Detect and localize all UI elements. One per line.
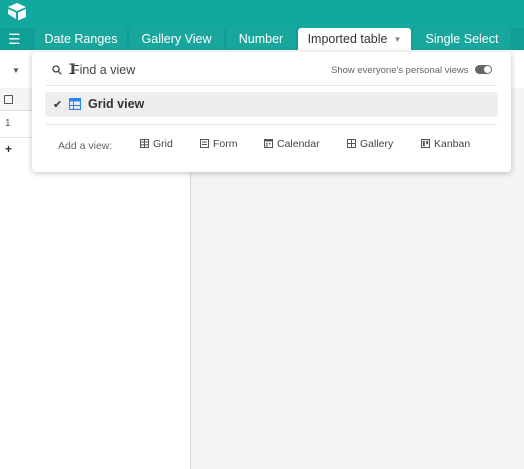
- grid-icon: [69, 98, 81, 110]
- grid-icon: [140, 139, 149, 148]
- personal-views-toggle[interactable]: [475, 65, 492, 74]
- add-calendar-view-button[interactable]: Calendar: [264, 138, 320, 154]
- chevron-down-icon[interactable]: ▼: [12, 66, 20, 75]
- chevron-down-icon[interactable]: ▼: [394, 29, 402, 51]
- add-grid-view-button[interactable]: Grid: [140, 138, 173, 154]
- add-view-label: Add a view:: [58, 140, 113, 152]
- airtable-logo-icon[interactable]: [6, 2, 28, 22]
- gallery-icon: [347, 139, 356, 148]
- add-view-option-label: Grid: [153, 138, 173, 150]
- row-number: 1: [5, 118, 11, 129]
- divider: [46, 124, 497, 125]
- add-form-view-button[interactable]: Form: [200, 138, 238, 154]
- kanban-icon: [421, 139, 430, 148]
- tab-single-select[interactable]: Single Select: [413, 28, 511, 50]
- find-view-input[interactable]: [72, 62, 302, 78]
- add-view-option-label: Kanban: [434, 138, 471, 150]
- tab-gallery-view[interactable]: Gallery View: [129, 28, 224, 50]
- tab-date-ranges[interactable]: Date Ranges: [35, 28, 127, 50]
- tab-label: Single Select: [425, 32, 499, 46]
- personal-views-label: Show everyone's personal views: [331, 65, 469, 76]
- divider: [46, 85, 497, 86]
- tab-label: Gallery View: [141, 32, 212, 46]
- search-icon: [52, 65, 62, 75]
- add-kanban-view-button[interactable]: Kanban: [421, 138, 470, 154]
- tab-number[interactable]: Number: [226, 28, 296, 50]
- app-header: [0, 0, 524, 28]
- form-icon: [200, 139, 209, 148]
- text-cursor-icon: I: [68, 62, 77, 78]
- checkmark-icon: ✔: [53, 99, 63, 111]
- tab-label: Imported table: [307, 32, 388, 46]
- add-view-option-label: Gallery: [360, 138, 394, 150]
- view-item-label: Grid view: [88, 97, 145, 111]
- view-item-grid-view[interactable]: ✔ Grid view: [45, 92, 498, 117]
- tab-label: Date Ranges: [44, 32, 118, 46]
- tab-label: Number: [238, 32, 284, 46]
- calendar-icon: [264, 139, 273, 148]
- hamburger-menu-icon[interactable]: ☰: [8, 32, 22, 46]
- add-row-button[interactable]: +: [5, 142, 12, 156]
- table-tab-bar: ☰ Date Ranges Gallery View Number Import…: [0, 28, 524, 50]
- tab-imported-table[interactable]: Imported table ▼: [298, 28, 411, 50]
- view-switcher-popup: I Show everyone's personal views ✔ Grid …: [32, 52, 511, 172]
- add-gallery-view-button[interactable]: Gallery: [347, 138, 393, 154]
- add-view-option-label: Calendar: [277, 138, 320, 150]
- add-view-option-label: Form: [213, 138, 238, 150]
- select-all-checkbox[interactable]: [4, 95, 13, 104]
